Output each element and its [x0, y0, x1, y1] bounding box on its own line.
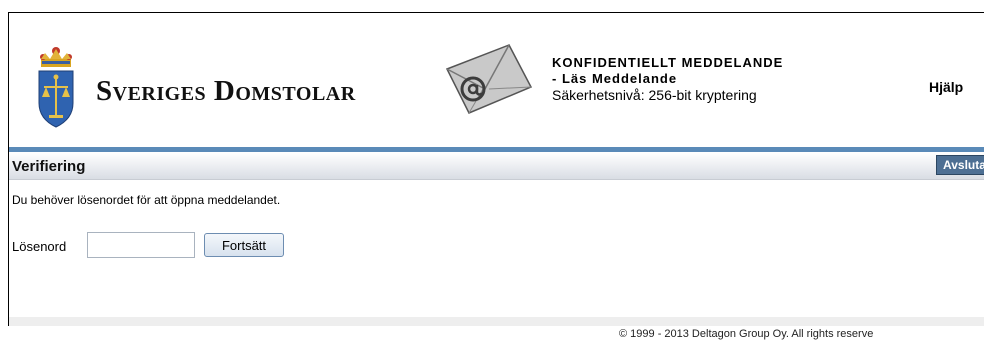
header-divider: [9, 147, 984, 152]
password-label: Lösenord: [12, 239, 67, 254]
message-info: KONFIDENTIELLT MEDDELANDE - Läs Meddelan…: [552, 55, 783, 103]
security-level: Säkerhetsnivå: 256-bit kryptering: [552, 87, 757, 103]
exit-button[interactable]: Avsluta: [936, 155, 984, 175]
page-frame: Sveriges Domstolar KONFIDENTIELLT MEDDEL…: [8, 12, 984, 326]
section-bar: Verifiering Avsluta: [9, 153, 984, 180]
instruction-text: Du behöver lösenordet för att öppna medd…: [12, 193, 281, 207]
logo-text: Sveriges Domstolar: [96, 75, 356, 107]
password-input[interactable]: [87, 232, 195, 258]
message-subtitle: - Läs Meddelande: [552, 71, 678, 86]
help-link[interactable]: Hjälp: [929, 79, 963, 95]
copyright-text: © 1999 - 2013 Deltagon Group Oy. All rig…: [619, 328, 874, 340]
section-title: Verifiering: [12, 158, 86, 175]
envelope-at-icon: [445, 44, 533, 114]
message-title: KONFIDENTIELLT MEDDELANDE: [552, 55, 784, 70]
court-crest-icon: [38, 47, 74, 128]
continue-button[interactable]: Fortsätt: [204, 233, 284, 257]
header: Sveriges Domstolar KONFIDENTIELLT MEDDEL…: [9, 13, 984, 145]
footer-band: [9, 317, 984, 326]
